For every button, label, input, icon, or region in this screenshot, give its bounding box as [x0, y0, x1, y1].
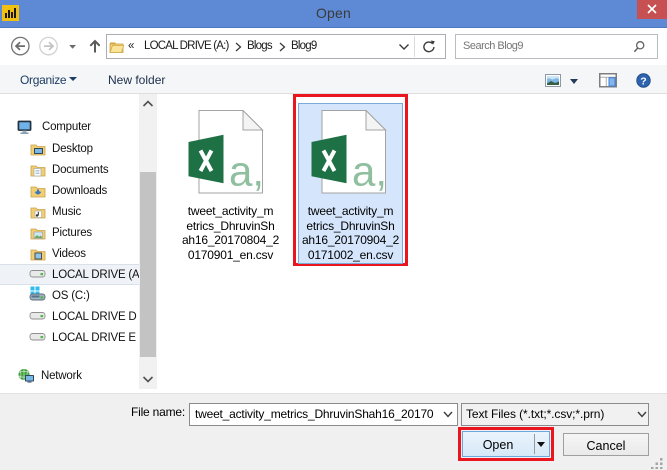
svg-text:a,: a,: [229, 148, 264, 195]
svg-text:?: ?: [640, 75, 646, 87]
svg-text:a,: a,: [352, 148, 387, 195]
